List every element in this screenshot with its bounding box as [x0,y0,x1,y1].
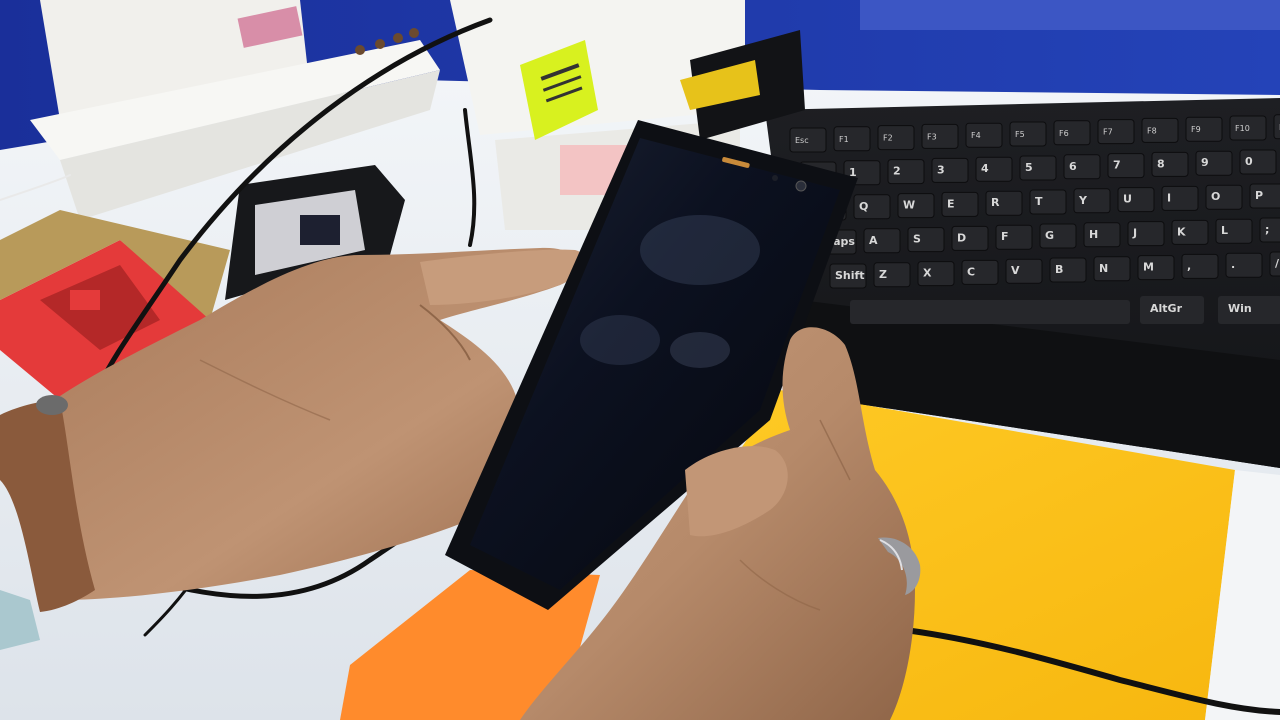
keyboard-key-label: F10 [1235,124,1250,133]
keyboard-key-label: N [1099,262,1108,275]
keyboard-key-label: C [967,265,975,278]
keyboard-key-label: F9 [1191,125,1201,134]
keyboard-key-label: Z [879,268,887,281]
keyboard-key-label: L [1221,224,1228,237]
keyboard-key-label: F2 [883,134,893,143]
keyboard-key-label: , [1187,259,1191,272]
keyboard-key-label: I [1167,191,1171,204]
keyboard-key-label: F4 [971,131,981,140]
keyboard-spacebar [850,300,1130,324]
keyboard-modifier-label: Win [1228,302,1252,315]
keyboard-key-label: O [1211,190,1220,203]
phone-front-camera [795,180,807,192]
keyboard-key-label: ; [1265,223,1269,236]
keyboard-key-label: 9 [1201,156,1209,169]
scene-svg: EscF1F2F3F4F5F6F7F8F9F10F11~1234567890Ta… [0,0,1280,720]
phone-sensor [772,175,778,181]
keyboard-key-label: F3 [927,132,937,141]
keyboard-key-label: F [1001,230,1009,243]
keyboard-key-label: B [1055,263,1063,276]
keyboard-key-label: F1 [839,135,849,144]
keyboard-key-label: 3 [937,163,945,176]
keyboard-key-label: 0 [1245,155,1253,168]
keyboard-key-label: 5 [1025,161,1033,174]
keyboard-key-label: Shift [835,269,865,282]
keyboard-key-label: Esc [795,136,809,145]
keyboard-key-label: R [991,196,1000,209]
keyboard-modifier-label: AltGr [1150,302,1183,315]
keyboard-key-label: 8 [1157,157,1165,170]
keyboard-key-label: V [1011,264,1020,277]
keyboard-key-label: F7 [1103,128,1113,137]
keyboard-key-label: T [1035,195,1043,208]
keyboard-key-label: E [947,197,955,210]
keyboard-key-label: A [869,234,878,247]
keyboard-key-label: K [1177,225,1186,238]
photo-scene: EscF1F2F3F4F5F6F7F8F9F10F11~1234567890Ta… [0,0,1280,720]
keyboard-key-label: F6 [1059,129,1069,138]
keyboard-key [1259,217,1280,243]
keyboard-key-label: 7 [1113,159,1121,172]
keyboard-key-label: W [903,199,915,212]
keyboard-key-label: S [913,233,921,246]
keyboard-key-label: J [1132,227,1137,240]
keyboard-key-label: X [923,267,932,280]
keyboard-key-label: D [957,231,966,244]
keyboard-key-label: 4 [981,162,989,175]
keyboard-key-label: F5 [1015,130,1025,139]
keyboard-key-label: Y [1078,194,1088,207]
keyboard-key-label: F8 [1147,126,1157,135]
keyboard-key-label: H [1089,228,1098,241]
wall-panel [860,0,1280,30]
keyboard-key-label: 6 [1069,160,1077,173]
keyboard-key-label: Q [859,200,868,213]
keyboard-key-label: G [1045,229,1054,242]
keyboard-key-label: 2 [893,165,901,178]
keyboard-key-label: . [1231,258,1235,271]
keyboard-key-label: U [1123,193,1132,206]
keyboard-key-label: M [1143,261,1154,274]
keyboard-key-label: P [1255,189,1263,202]
